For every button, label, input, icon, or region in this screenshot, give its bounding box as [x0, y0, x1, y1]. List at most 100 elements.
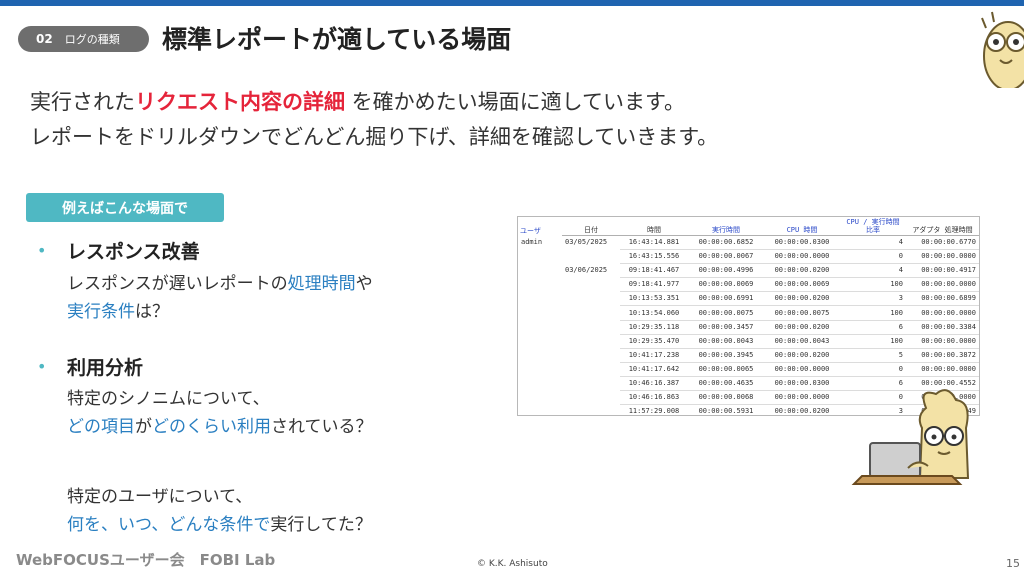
- report-cell: 00:00:00.0065: [688, 362, 764, 377]
- intro-line-1: 実行されたリクエスト内容の詳細 を確かめたい場面に適しています。: [30, 86, 685, 116]
- item-text: は？: [135, 302, 169, 322]
- item-line: レスポンスが遅いレポートの処理時間や: [67, 269, 373, 294]
- footer-copyright: © K.K. Ashisuto: [477, 559, 548, 569]
- report-cell: 00:00:00.0075: [764, 305, 840, 321]
- report-cell: 10:46:16.387: [620, 376, 688, 392]
- report-cell: 00:00:00.3384: [906, 320, 979, 335]
- report-cell: 00:00:00.0000: [906, 277, 979, 293]
- report-cell: 00:00:00.0200: [764, 291, 840, 307]
- report-cell: 00:00:00.0000: [764, 249, 840, 265]
- report-cell: 03/05/2025: [565, 238, 608, 247]
- report-cell: [562, 320, 620, 334]
- report-cell: 00:00:00.0000: [906, 249, 979, 265]
- report-cell: 00:00:00.0000: [906, 362, 979, 377]
- report-header-cell: CPU / 実行時間 比率: [840, 217, 906, 236]
- report-cell: 100: [840, 305, 906, 321]
- report-cell: 00:00:00.3945: [688, 348, 764, 363]
- report-cell: 10:46:16.863: [620, 390, 688, 406]
- report-cell: 4: [840, 235, 906, 251]
- report-cell: [518, 334, 562, 348]
- report-cell: 00:00:00.3457: [688, 320, 764, 335]
- report-preview: ユーザ 日付 時間 実行時間 CPU 時間 CPU / 実行時間 比率 アダプタ…: [517, 216, 980, 416]
- item-line: 特定のユーザについて、: [67, 487, 253, 507]
- report-header-cell: アダプタ 処理時間: [906, 217, 979, 236]
- report-cell: 00:00:00.0069: [688, 277, 764, 293]
- report-cell: 00:00:00.0043: [764, 334, 840, 349]
- report-cell: [518, 376, 562, 390]
- report-cell: [562, 391, 620, 405]
- report-cell: 00:00:00.0000: [764, 390, 840, 406]
- bullet-icon: •: [37, 357, 47, 376]
- mascot-laptop-icon: [848, 388, 978, 502]
- report-cell: 10:29:35.470: [620, 334, 688, 349]
- report-row: 03/06/2025 09:18:41.467 00:00:00.4996 00:00…: [518, 263, 979, 279]
- report-cell: [562, 348, 620, 362]
- report-cell: [518, 405, 562, 415]
- report-cell: [518, 306, 562, 320]
- item-text: が: [135, 417, 152, 437]
- report-cell: 00:00:00.6770: [906, 235, 979, 251]
- report-cell: [518, 348, 562, 362]
- intro-highlight: リクエスト内容の詳細: [135, 90, 345, 114]
- report-cell: 00:00:00.0043: [688, 334, 764, 349]
- report-cell: 3: [840, 291, 906, 307]
- report-cell: [518, 250, 562, 264]
- intro-text: を確かめたい場面に適しています。: [345, 90, 685, 114]
- report-row: 10:29:35.470 00:00:00.0043 00:00:00.0043 10…: [518, 334, 979, 349]
- report-cell: 00:00:00.4635: [688, 376, 764, 392]
- report-cell: [518, 264, 562, 278]
- item-heading: レスポンス改善: [67, 241, 200, 263]
- item-line: 何を、いつ、どんな条件で実行してた？: [67, 510, 372, 535]
- report-cell: 00:00:00.0200: [764, 320, 840, 335]
- report-cell: admin: [521, 238, 543, 247]
- report-cell: 10:13:54.060: [620, 305, 688, 321]
- report-cell: [518, 292, 562, 306]
- report-row: 09:18:41.977 00:00:00.0069 00:00:00.0069 10…: [518, 277, 979, 293]
- report-row: 10:13:53.351 00:00:00.6991 00:00:00.0200 3 0…: [518, 291, 979, 307]
- report-cell: 00:00:00.3872: [906, 348, 979, 363]
- report-cell: [518, 278, 562, 292]
- footer-brand: WebFOCUSユーザー会 FOBI Lab: [16, 551, 276, 569]
- item-line: 実行条件は？: [67, 297, 169, 322]
- item-emphasis: どのくらい利用: [152, 417, 271, 437]
- report-header-cell: 時間: [620, 217, 688, 236]
- report-cell: [562, 362, 620, 376]
- page-number: 15: [1006, 557, 1020, 570]
- report-cell: 00:00:00.0300: [764, 235, 840, 251]
- report-cell: 00:00:00.6852: [688, 235, 764, 251]
- item-text: レスポンスが遅いレポートの: [67, 274, 288, 294]
- report-cell: [562, 292, 620, 306]
- item-heading: 利用分析: [67, 357, 144, 379]
- item-emphasis: 処理時間: [287, 274, 356, 294]
- report-cell: 0: [840, 362, 906, 377]
- section-badge: 02 ログの種類: [18, 26, 149, 52]
- slide-title: 標準レポートが適している場面: [162, 25, 512, 54]
- mascot-icon: [978, 8, 1024, 92]
- report-header-cell: CPU 時間: [764, 217, 840, 236]
- report-row: 10:41:17.238 00:00:00.3945 00:00:00.0200 5 0…: [518, 348, 979, 363]
- report-cell: [562, 250, 620, 264]
- report-cell: [562, 306, 620, 320]
- example-label: 例えばこんな場面で: [26, 193, 224, 222]
- top-accent-bar: [0, 0, 1024, 6]
- report-cell: [562, 405, 620, 415]
- report-table: ユーザ 日付 時間 実行時間 CPU 時間 CPU / 実行時間 比率 アダプタ…: [518, 217, 979, 415]
- report-cell: [562, 334, 620, 348]
- report-cell: [562, 376, 620, 390]
- report-cell: 6: [840, 320, 906, 335]
- report-cell: 00:00:00.4917: [906, 263, 979, 279]
- report-cell: 4: [840, 263, 906, 279]
- item-line: どの項目がどのくらい利用されている？: [67, 412, 373, 437]
- report-cell: 03/06/2025: [565, 266, 608, 275]
- item-text: や: [355, 274, 373, 294]
- report-cell: 100: [840, 277, 906, 293]
- report-cell: [518, 362, 562, 376]
- report-cell: 00:00:00.0000: [906, 305, 979, 321]
- report-cell: 5: [840, 348, 906, 363]
- report-cell: 10:29:35.118: [620, 320, 688, 335]
- report-cell: 16:43:14.881: [620, 235, 688, 251]
- report-cell: 00:00:00.0300: [764, 376, 840, 392]
- report-cell: 00:00:00.0075: [688, 305, 764, 321]
- report-cell: 00:00:00.0000: [764, 362, 840, 377]
- item-text: されている？: [271, 417, 373, 437]
